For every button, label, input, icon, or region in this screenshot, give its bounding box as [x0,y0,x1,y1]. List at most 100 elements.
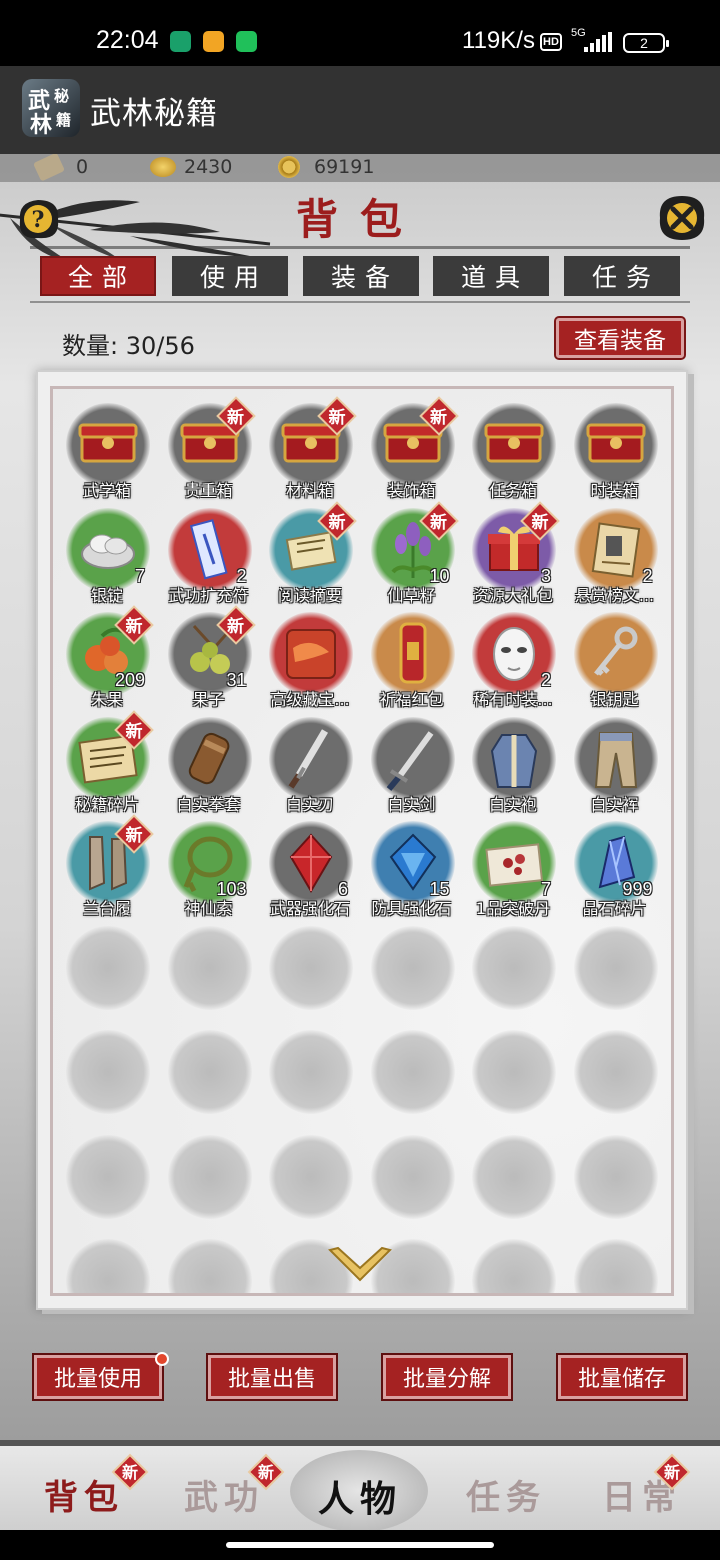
empty-slot [362,922,462,1022]
coin-count: 69191 [314,156,375,178]
item-slot-background [269,716,353,801]
empty-slot [565,1235,665,1293]
item-slot-background [370,612,455,696]
inventory-item[interactable]: 新阅读摘要 [260,504,360,605]
inventory-item[interactable]: 白实袍 [463,713,563,814]
batch-store-button[interactable]: 批量储存 [556,1353,688,1401]
tab-quest[interactable]: 任务 [564,256,680,296]
item-name: 武器强化石 [269,899,350,918]
empty-slot [260,922,360,1022]
inventory-item[interactable]: 高级藏宝... [260,608,360,709]
empty-slot [159,1026,259,1126]
inventory-item[interactable]: 7 1品突破丹 [463,817,563,918]
status-time: 22:04 [96,26,159,54]
empty-slot [362,1131,462,1231]
inventory-item[interactable]: 新 209 朱果 [57,608,157,709]
inventory-item[interactable]: 2 武功扩充符 [159,504,259,605]
inventory-item[interactable]: 白实剑 [362,713,462,814]
trousers-icon [594,731,637,788]
batch-sell-button[interactable]: 批量出售 [206,1353,338,1401]
inventory-item[interactable]: 7 银锭 [57,504,157,605]
inventory-item[interactable]: 6 武器强化石 [260,817,360,918]
inventory-item[interactable]: 祈福红包 [362,608,462,709]
inventory-item[interactable]: 武学箱 [57,399,157,500]
battery-level: 2 [640,35,648,51]
item-name: 祈福红包 [379,690,444,709]
inventory-item[interactable]: 任务箱 [463,399,563,500]
notification-dot [155,1352,169,1366]
item-slot-background [472,716,556,801]
nav-quest[interactable]: 任务 [466,1470,546,1519]
new-badge: 新 [219,608,253,642]
inventory-item[interactable]: 白实裈 [565,713,665,814]
view-equipment-button[interactable]: 查看装备 [554,316,686,360]
item-name: 兰台履 [82,899,131,918]
inventory-item[interactable]: 2 稀有时装... [463,608,563,709]
new-badge: 新 [320,504,354,538]
shield-notification-icon [170,31,191,52]
inventory-item[interactable]: 银钥匙 [565,608,665,709]
red-chest-icon [78,423,138,463]
inventory-item[interactable]: 白实拳套 [159,713,259,814]
red-chest-icon [586,423,645,463]
silver-ingot-icon [81,534,135,569]
inventory-item[interactable]: 103 神仙索 [159,817,259,918]
inventory-item[interactable]: 新贵重箱 [159,399,259,500]
nav-character[interactable]: 人物 [318,1470,402,1522]
inventory-item[interactable]: 2 悬赏榜文... [565,504,665,605]
tab-use[interactable]: 使用 [172,256,288,296]
inventory-item[interactable]: 新 3 资源大礼包 [463,504,563,605]
inventory-item[interactable]: 白实刃 [260,713,360,814]
item-slot-background [472,403,556,487]
sword-icon [386,730,433,791]
close-button[interactable] [654,192,710,244]
inventory-item[interactable]: 新 10 仙草籽 [362,504,462,605]
item-name: 悬赏榜文... [574,585,655,605]
item-name: 稀有时装... [473,690,553,709]
item-name: 朱果 [90,690,123,709]
item-name: 阅读摘要 [277,585,342,605]
divider [30,246,690,249]
empty-slot [463,1235,563,1293]
network-speed: 119K/s [462,27,535,54]
inventory-item[interactable]: 15 防具强化石 [362,817,462,918]
item-name: 任务箱 [488,481,537,500]
empty-slot [159,1131,259,1231]
item-name: 高级藏宝... [270,690,350,709]
nav-bag[interactable]: 背包 [44,1470,124,1519]
item-name: 银锭 [90,585,123,605]
red-gem-icon [289,833,333,893]
game-view: 0 2430 69191 ? 背包 全部 使用 装备 道具 任务 数量: 30/… [0,154,720,1440]
item-name: 材料箱 [285,481,334,500]
inventory-item[interactable]: 新 31 果子 [159,608,259,709]
inventory-item[interactable]: 新材料箱 [260,399,360,500]
tab-props[interactable]: 道具 [433,256,549,296]
wechat-notification-icon [236,31,257,52]
tab-all[interactable]: 全部 [40,256,156,296]
status-bar: 22:04 119K/s HD 5G 2 [0,0,720,66]
white-mask-icon [493,627,535,681]
app-bar: 武 秘 林 籍 武林秘籍 [0,66,720,154]
tab-bar: 全部 使用 装备 道具 任务 [40,256,680,298]
batch-decompose-button[interactable]: 批量分解 [381,1353,513,1401]
new-badge: 新 [250,1456,282,1488]
item-count: 数量: 30/56 [62,332,195,360]
item-slot-background [573,403,658,487]
item-name: 白实袍 [488,794,537,814]
inventory-item[interactable]: 新秘籍碎片 [57,713,157,814]
item-slot-background [573,716,658,801]
inventory-grid[interactable]: 武学箱新贵重箱新材料箱新装饰箱 任务箱 时装箱 7 银锭 2 武功扩充符新阅读摘要新 10 仙草… [50,386,674,1296]
new-badge: 新 [117,608,151,642]
new-badge: 新 [422,504,456,538]
item-slot-background [66,403,150,487]
batch-use-button[interactable]: 批量使用 [32,1352,169,1401]
inventory-item[interactable]: 时装箱 [565,399,665,500]
inventory-item[interactable]: 新兰台履 [57,817,157,918]
empty-slot [57,1235,157,1293]
tab-equipment[interactable]: 装备 [303,256,419,296]
silver-key-icon [593,626,637,676]
scroll-down-arrow-icon[interactable] [326,1244,394,1288]
inventory-item[interactable]: 新装饰箱 [362,399,462,500]
inventory-item[interactable]: 999 晶石碎片 [565,817,665,918]
empty-slot [565,1026,665,1126]
